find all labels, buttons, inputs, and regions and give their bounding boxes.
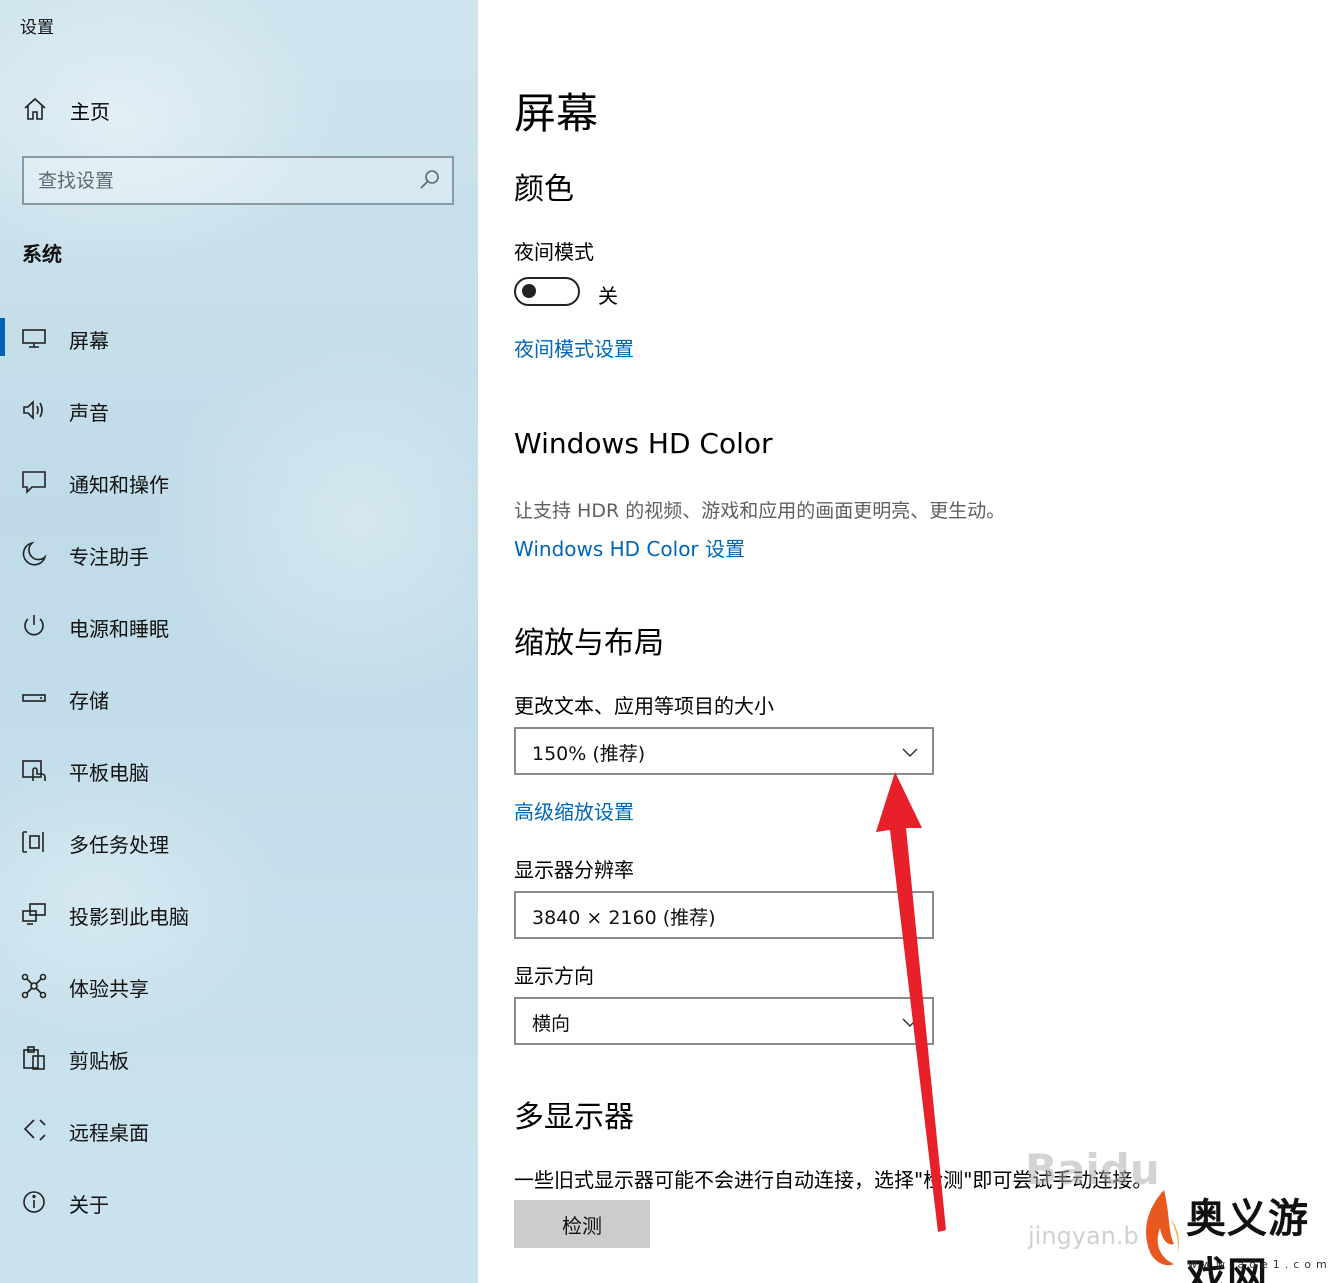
search-icon[interactable] (418, 168, 442, 192)
notification-icon (22, 471, 46, 494)
sidebar-item-label: 平板电脑 (69, 761, 149, 785)
sidebar-item-sound[interactable]: 声音 (0, 374, 478, 446)
scale-size-dropdown[interactable]: 150% (推荐) (514, 727, 934, 775)
night-mode-label: 夜间模式 (514, 240, 594, 264)
flame-logo-icon (1146, 1190, 1179, 1266)
sidebar-item-label: 远程桌面 (69, 1121, 149, 1145)
sidebar-item-power[interactable]: 电源和睡眠 (0, 590, 478, 662)
page-title: 屏幕 (514, 89, 599, 138)
scale-layout-heading: 缩放与布局 (514, 626, 664, 661)
scale-size-value: 150% (推荐) (532, 743, 646, 765)
sidebar-item-shared-experiences[interactable]: 体验共享 (0, 950, 478, 1022)
orientation-label: 显示方向 (514, 964, 594, 988)
sidebar-item-tablet[interactable]: 平板电脑 (0, 734, 478, 806)
project-icon (22, 903, 46, 925)
sidebar-item-label: 多任务处理 (69, 833, 169, 857)
share-icon (21, 973, 47, 999)
sidebar-home-label: 主页 (70, 100, 110, 124)
site-logo: 奥义游戏网 www.aoe1.com (1138, 1180, 1334, 1283)
monitor-icon (22, 329, 46, 348)
orientation-value: 横向 (532, 1013, 571, 1035)
scale-size-label: 更改文本、应用等项目的大小 (514, 694, 774, 718)
sidebar-item-project[interactable]: 投影到此电脑 (0, 878, 478, 950)
speaker-icon (23, 400, 43, 420)
sidebar-item-label: 专注助手 (69, 545, 149, 569)
multitask-icon (22, 831, 44, 853)
hdr-description: 让支持 HDR 的视频、游戏和应用的画面更明亮、更生动。 (514, 500, 1006, 522)
sidebar-section-label: 系统 (22, 242, 62, 266)
sidebar-item-about[interactable]: 关于 (0, 1166, 478, 1238)
moon-icon (22, 541, 47, 566)
sidebar-item-label: 屏幕 (69, 329, 109, 353)
sidebar-item-label: 体验共享 (69, 977, 149, 1001)
annotation-arrow-icon (876, 772, 946, 1232)
hdr-settings-link[interactable]: Windows HD Color 设置 (514, 533, 745, 562)
sidebar-item-label: 通知和操作 (69, 473, 169, 497)
sidebar-item-storage[interactable]: 存储 (0, 662, 478, 734)
storage-icon (22, 694, 46, 702)
color-heading: 颜色 (514, 172, 574, 207)
resolution-value: 3840 × 2160 (推荐) (532, 907, 716, 929)
tablet-icon (22, 760, 46, 781)
jingyan-watermark: jingyan.b (1028, 1222, 1139, 1250)
sidebar-home[interactable]: 主页 (0, 86, 478, 132)
hdr-heading: Windows HD Color (514, 427, 773, 460)
power-icon (24, 615, 44, 636)
home-icon (24, 97, 46, 120)
clipboard-icon (23, 1046, 45, 1070)
sidebar-item-clipboard[interactable]: 剪贴板 (0, 1022, 478, 1094)
sidebar: 设置 主页 系统 屏幕 声音 通知和操作 专注助手 (0, 0, 478, 1283)
sidebar-item-notifications[interactable]: 通知和操作 (0, 446, 478, 518)
info-icon (23, 1191, 45, 1213)
night-mode-toggle[interactable] (514, 277, 580, 306)
sidebar-item-multitasking[interactable]: 多任务处理 (0, 806, 478, 878)
sidebar-item-display[interactable]: 屏幕 (0, 302, 478, 374)
chevron-down-icon (902, 748, 918, 758)
toggle-knob (522, 284, 536, 298)
sidebar-item-label: 剪贴板 (69, 1049, 129, 1073)
search-input[interactable] (38, 166, 408, 196)
sidebar-item-label: 关于 (69, 1193, 109, 1217)
advanced-scaling-link[interactable]: 高级缩放设置 (514, 796, 634, 825)
sidebar-item-remote-desktop[interactable]: 远程桌面 (0, 1094, 478, 1166)
detect-button[interactable]: 检测 (514, 1200, 650, 1248)
resolution-label: 显示器分辨率 (514, 858, 634, 882)
window-title: 设置 (20, 18, 54, 38)
sidebar-item-label: 存储 (69, 689, 109, 713)
search-box[interactable] (22, 156, 454, 205)
remote-icon (23, 1119, 46, 1141)
sidebar-item-label: 声音 (69, 401, 109, 425)
night-mode-settings-link[interactable]: 夜间模式设置 (514, 333, 634, 362)
sidebar-item-focus-assist[interactable]: 专注助手 (0, 518, 478, 590)
multi-display-heading: 多显示器 (514, 1100, 634, 1135)
sidebar-nav: 屏幕 声音 通知和操作 专注助手 电源和睡眠 存储 平板电脑 多任务处理 投影到… (0, 302, 478, 1238)
sidebar-item-label: 电源和睡眠 (69, 617, 169, 641)
sidebar-item-label: 投影到此电脑 (69, 905, 189, 929)
night-mode-state: 关 (598, 284, 618, 308)
site-logo-url: www.aoe1.com (1188, 1258, 1332, 1271)
